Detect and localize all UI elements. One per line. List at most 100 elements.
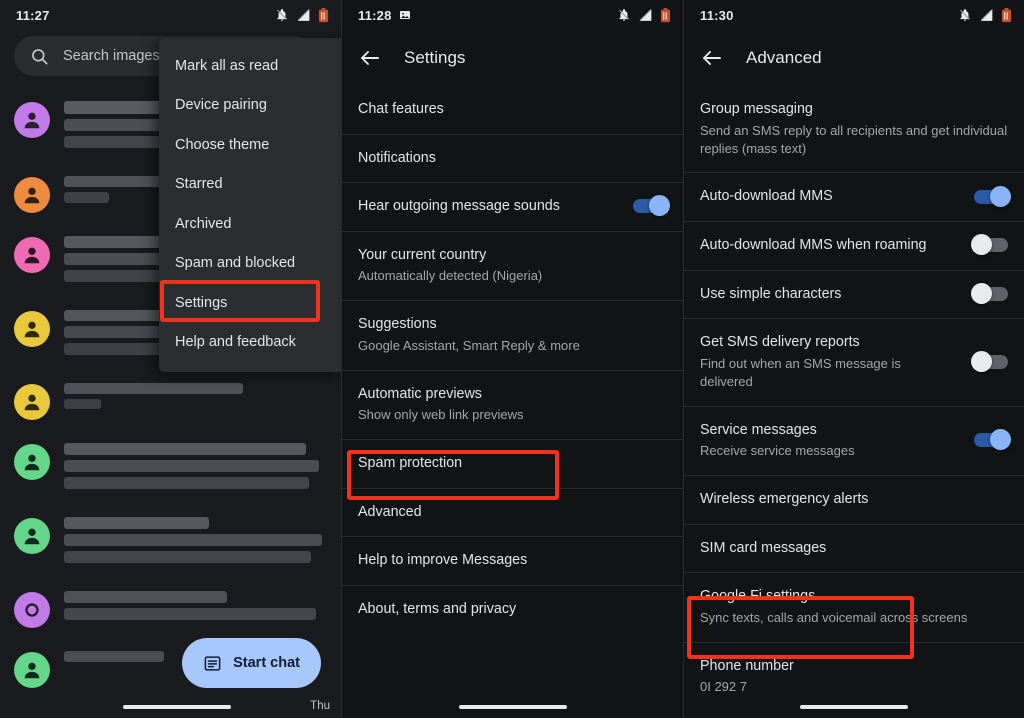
menu-item-label: Help and feedback <box>175 334 296 351</box>
signal-error-icon <box>638 8 653 22</box>
list-item[interactable] <box>0 504 341 578</box>
screen-conversations: 11:27 Search images an Start chat Thu Ma… <box>0 0 341 718</box>
avatar <box>14 102 50 138</box>
menu-item-archived[interactable]: Archived <box>159 204 341 244</box>
menu-item-label: Mark all as read <box>175 57 279 74</box>
toggle-auto-download-mms-roaming[interactable] <box>971 234 1008 256</box>
settings-row-your-current-country[interactable]: Your current country Automatically detec… <box>342 230 683 301</box>
overflow-menu[interactable]: Mark all as read Device pairing Choose t… <box>159 38 341 372</box>
three-phone-screenshots: 11:27 Search images an Start chat Thu Ma… <box>0 0 1024 718</box>
advanced-row-service-messages[interactable]: Service messages Receive service message… <box>684 405 1024 476</box>
start-chat-button[interactable]: Start chat <box>182 638 321 688</box>
settings-list[interactable]: Chat features Notifications Hear outgoin… <box>342 86 683 634</box>
notifications-off-icon <box>617 8 631 22</box>
settings-row-help-to-improve-messages[interactable]: Help to improve Messages <box>342 536 683 585</box>
row-title: Google Fi settings <box>700 588 816 605</box>
avatar <box>14 384 50 420</box>
menu-item-label: Settings <box>175 294 228 311</box>
row-subtitle: 0I 292 7 <box>700 679 747 695</box>
row-title: Group messaging <box>700 101 813 117</box>
settings-row-hear-outgoing-message-sounds[interactable]: Hear outgoing message sounds <box>342 182 683 231</box>
toggle-hear-outgoing-message-sounds[interactable] <box>633 195 670 217</box>
toggle-service-messages[interactable] <box>974 429 1011 451</box>
battery-low-icon <box>318 7 329 23</box>
signal-error-icon <box>979 8 994 22</box>
row-subtitle: Find out when an SMS message is delivere… <box>700 355 901 389</box>
menu-item-help-and-feedback[interactable]: Help and feedback <box>159 323 341 363</box>
menu-item-spam-and-blocked[interactable]: Spam and blocked <box>159 244 341 284</box>
image-icon <box>399 9 411 21</box>
menu-item-label: Choose theme <box>175 136 270 153</box>
menu-item-device-pairing[interactable]: Device pairing <box>159 86 341 126</box>
advanced-row-phone-number[interactable]: Phone number 0I 292 7 <box>684 641 1024 712</box>
menu-item-settings[interactable]: Settings <box>159 283 341 323</box>
advanced-row-google-fi-settings[interactable]: Google Fi settings Sync texts, calls and… <box>684 572 1024 642</box>
toggle-auto-download-mms[interactable] <box>974 185 1011 207</box>
advanced-row-use-simple-characters[interactable]: Use simple characters <box>684 269 1024 319</box>
row-title: Advanced <box>358 503 422 520</box>
avatar <box>14 177 50 213</box>
list-item-preview <box>64 440 327 494</box>
row-title: Auto-download MMS when roaming <box>700 237 927 254</box>
settings-row-spam-protection[interactable]: Spam protection <box>342 439 683 488</box>
advanced-row-sim-card-messages[interactable]: SIM card messages <box>684 523 1024 573</box>
back-arrow-icon[interactable] <box>700 46 724 70</box>
gesture-bar <box>123 705 232 709</box>
settings-row-notifications[interactable]: Notifications <box>342 133 683 183</box>
row-subtitle: Google Assistant, Smart Reply & more <box>358 337 580 353</box>
avatar <box>14 237 50 273</box>
advanced-row-get-sms-delivery-reports[interactable]: Get SMS delivery reports Find out when a… <box>684 318 1024 405</box>
list-item-preview <box>64 588 327 625</box>
menu-item-starred[interactable]: Starred <box>159 165 341 205</box>
row-subtitle: Send an SMS reply to all recipients and … <box>700 122 1008 156</box>
notifications-off-icon <box>958 8 972 22</box>
row-subtitle: Show only web link previews <box>358 407 524 423</box>
avatar <box>14 518 50 554</box>
status-bar-right <box>275 7 329 23</box>
advanced-row-group-messaging[interactable]: Group messaging Send an SMS reply to all… <box>684 86 1024 172</box>
settings-row-about-terms-and-privacy[interactable]: About, terms and privacy <box>342 585 683 634</box>
advanced-row-auto-download-mms[interactable]: Auto-download MMS <box>684 172 1024 221</box>
advanced-list[interactable]: Group messaging Send an SMS reply to all… <box>684 86 1024 711</box>
toggle-use-simple-characters[interactable] <box>971 282 1008 304</box>
row-subtitle: Sync texts, calls and voicemail across s… <box>700 609 968 625</box>
row-title: SIM card messages <box>700 539 827 556</box>
menu-item-label: Archived <box>175 215 232 232</box>
list-item[interactable] <box>0 370 341 430</box>
advanced-row-auto-download-mms-roaming[interactable]: Auto-download MMS when roaming <box>684 221 1024 270</box>
status-bar-clock: 11:30 <box>700 7 734 23</box>
battery-low-icon <box>660 7 671 23</box>
row-subtitle: Automatically detected (Nigeria) <box>358 268 543 284</box>
status-bar-conversations: 11:27 <box>0 0 341 30</box>
avatar <box>14 652 50 688</box>
app-bar-settings: Settings <box>342 30 683 86</box>
toggle-get-sms-delivery-reports[interactable] <box>971 350 1008 372</box>
avatar <box>14 311 50 347</box>
row-title: Your current country <box>358 246 487 263</box>
row-title: Hear outgoing message sounds <box>358 198 560 215</box>
back-arrow-icon[interactable] <box>358 46 382 70</box>
list-item[interactable] <box>0 578 341 638</box>
list-item[interactable] <box>0 430 341 504</box>
settings-row-advanced[interactable]: Advanced <box>342 487 683 537</box>
menu-item-label: Starred <box>175 176 223 193</box>
menu-item-mark-all-as-read[interactable]: Mark all as read <box>159 46 341 86</box>
menu-item-label: Spam and blocked <box>175 255 296 272</box>
status-bar-clock: 11:28 <box>358 7 392 23</box>
toggle-knob <box>971 350 992 372</box>
battery-low-icon <box>1001 7 1012 23</box>
row-title: Spam protection <box>358 455 463 472</box>
settings-row-automatic-previews[interactable]: Automatic previews Show only web link pr… <box>342 369 683 440</box>
menu-item-choose-theme[interactable]: Choose theme <box>159 125 341 165</box>
settings-row-chat-features[interactable]: Chat features <box>342 86 683 134</box>
gesture-bar <box>458 705 567 709</box>
row-title: About, terms and privacy <box>358 601 517 618</box>
status-bar-clock: 11:27 <box>16 7 50 23</box>
settings-row-suggestions[interactable]: Suggestions Google Assistant, Smart Repl… <box>342 300 683 370</box>
menu-item-label: Device pairing <box>175 97 267 114</box>
advanced-row-wireless-emergency-alerts[interactable]: Wireless emergency alerts <box>684 475 1024 524</box>
row-title: Chat features <box>358 101 444 117</box>
toggle-knob <box>649 195 670 217</box>
toggle-knob <box>971 234 992 256</box>
list-item-preview <box>64 514 327 568</box>
